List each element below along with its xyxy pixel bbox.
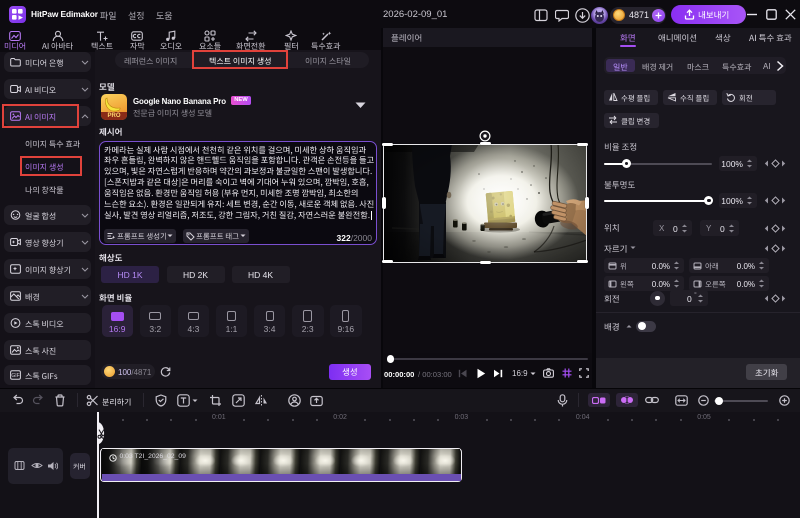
- svg-text:GIF: GIF: [11, 373, 19, 379]
